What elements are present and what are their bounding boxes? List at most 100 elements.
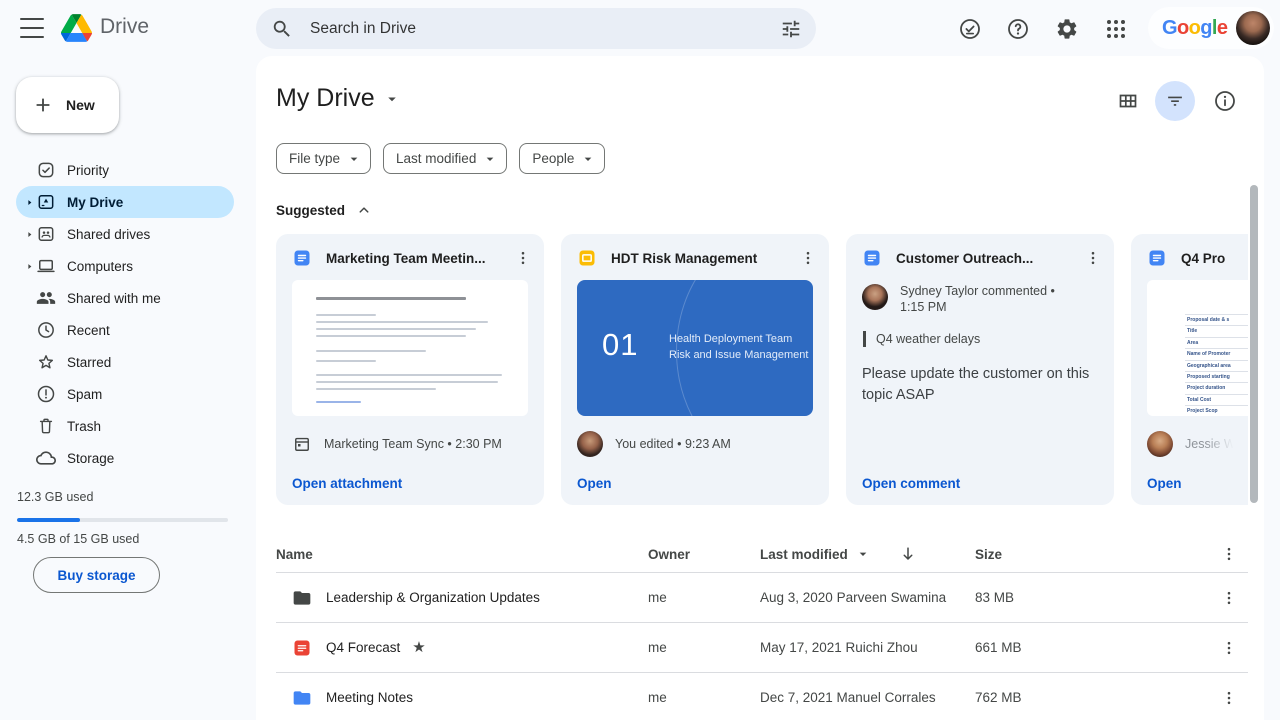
account-chip: Google [1148, 7, 1275, 49]
page-title[interactable]: My Drive [276, 84, 401, 113]
computers-icon [36, 256, 56, 276]
last-modified-filter-chip[interactable]: Last modified [383, 143, 508, 174]
table-menu-button[interactable] [1220, 543, 1242, 565]
main-menu-icon[interactable] [20, 18, 44, 38]
sidebar-item-label: Priority [67, 162, 110, 178]
details-button[interactable] [1213, 89, 1237, 113]
chip-label: File type [289, 151, 341, 166]
chevron-down-icon[interactable] [855, 546, 871, 562]
storage-icon [36, 448, 56, 468]
slide-preview-thumbnail[interactable]: 01 Health Deployment Team Risk and Issue… [577, 280, 813, 416]
file-owner: me [648, 690, 667, 705]
storage-used-text: 12.3 GB used [17, 490, 94, 504]
chevron-down-icon[interactable] [383, 90, 401, 108]
table-row-q4-forecast[interactable]: Q4 Forecast ★ me May 17, 2021 Ruichi Zho… [276, 623, 1248, 673]
grid-view-button[interactable] [1116, 89, 1140, 113]
expand-arrow-icon[interactable] [22, 259, 36, 273]
search-input[interactable] [308, 18, 776, 39]
gear-icon [1055, 17, 1079, 41]
settings-button[interactable] [1055, 16, 1081, 42]
search-options-button[interactable] [776, 14, 806, 44]
sort-direction-icon[interactable] [898, 544, 918, 564]
sidebar-item-shared-drives[interactable]: Shared drives [16, 218, 234, 250]
kebab-icon [1220, 589, 1238, 607]
help-button[interactable] [1006, 16, 1032, 42]
sidebar-item-my-drive[interactable]: My Drive [16, 186, 234, 218]
file-type-filter-chip[interactable]: File type [276, 143, 372, 174]
open-link[interactable]: Open [577, 476, 612, 491]
sidebar-item-label: My Drive [67, 194, 124, 210]
suggested-card-marketing-team-meeting[interactable]: Marketing Team Meetin... Marketing Team … [276, 234, 544, 505]
filter-icon [1164, 90, 1186, 112]
comment-meta: Sydney Taylor commented • 1:15 PM [900, 284, 1055, 314]
column-header-size[interactable]: Size [975, 547, 1214, 562]
chevron-down-icon [346, 151, 362, 167]
vertical-scrollbar[interactable] [1250, 185, 1258, 503]
open-attachment-link[interactable]: Open attachment [292, 476, 402, 491]
filter-button[interactable] [1155, 81, 1195, 121]
file-table: Name Owner Last modified Size Leadership… [276, 536, 1248, 720]
search-bar[interactable] [256, 8, 816, 49]
column-header-last-modified[interactable]: Last modified [760, 547, 848, 562]
doc-preview-thumbnail[interactable]: Proposal date & s Title Area Name of Promot… [1147, 280, 1248, 416]
expand-arrow-icon[interactable] [22, 195, 36, 209]
sidebar-item-priority[interactable]: Priority [16, 154, 234, 186]
account-avatar[interactable] [1236, 11, 1271, 45]
row-menu-button[interactable] [1220, 637, 1242, 659]
card-menu-button[interactable] [799, 247, 821, 269]
apps-grid-button[interactable] [1104, 16, 1130, 42]
suggested-card-customer-outreach[interactable]: Customer Outreach... Sydney Taylor comme… [846, 234, 1114, 505]
expand-arrow-icon[interactable] [22, 227, 36, 241]
people-filter-chip[interactable]: People [519, 143, 606, 174]
sidebar-item-recent[interactable]: Recent [16, 314, 234, 346]
sidebar-item-starred[interactable]: Starred [16, 346, 234, 378]
table-row-leadership-organization-updates[interactable]: Leadership & Organization Updates me Aug… [276, 573, 1248, 623]
doc-preview-thumbnail[interactable] [292, 280, 528, 416]
new-button[interactable]: New [16, 77, 119, 133]
drive-logo-icon [61, 14, 92, 42]
offline-status-button[interactable] [958, 16, 984, 42]
chevron-down-icon [580, 151, 596, 167]
card-footer-text: Jessie W [1185, 437, 1236, 451]
commenter-avatar [862, 284, 888, 310]
sidebar-item-spam[interactable]: Spam [16, 378, 234, 410]
search-icon[interactable] [271, 18, 293, 40]
row-menu-button[interactable] [1220, 587, 1242, 609]
card-menu-button[interactable] [514, 247, 536, 269]
chevron-up-icon[interactable] [355, 201, 373, 219]
sidebar-item-shared-with-me[interactable]: Shared with me [16, 282, 234, 314]
sidebar-item-computers[interactable]: Computers [16, 250, 234, 282]
column-header-owner[interactable]: Owner [648, 547, 760, 562]
row-menu-button[interactable] [1220, 687, 1242, 709]
card-menu-button[interactable] [1084, 247, 1106, 269]
open-link[interactable]: Open [1147, 476, 1182, 491]
file-owner: me [648, 590, 667, 605]
suggested-card-hdt-risk-management[interactable]: HDT Risk Management 01 Health Deployment… [561, 234, 829, 505]
file-owner: me [648, 640, 667, 655]
table-row-meeting-notes[interactable]: Meeting Notes me Dec 7, 2021 Manuel Corr… [276, 673, 1248, 720]
chevron-down-icon [482, 151, 498, 167]
sidebar-nav: Priority My Drive Shared drives Computer… [16, 154, 234, 474]
spam-icon [36, 384, 56, 404]
filter-chips: File type Last modified People [276, 143, 606, 174]
column-header-name[interactable]: Name [276, 547, 648, 562]
suggested-section-toggle[interactable]: Suggested [276, 201, 373, 219]
sidebar-item-storage[interactable]: Storage [16, 442, 234, 474]
grid-view-icon [1116, 89, 1140, 113]
folder-icon [292, 688, 312, 708]
slide-number: 01 [602, 327, 639, 362]
help-icon [1006, 17, 1030, 41]
comment-quote: Q4 weather delays [863, 331, 980, 347]
storage-progress-bar [17, 518, 228, 522]
buy-storage-button[interactable]: Buy storage [33, 557, 160, 593]
file-name: Leadership & Organization Updates [326, 590, 540, 605]
suggested-card-q4-proposal[interactable]: Q4 Pro Proposal date & s Title Area Name of… [1131, 234, 1248, 505]
open-comment-link[interactable]: Open comment [862, 476, 960, 491]
kebab-icon [1220, 639, 1238, 657]
sidebar-item-label: Trash [67, 418, 102, 434]
sidebar-item-label: Recent [67, 322, 110, 338]
file-size: 762 MB [975, 690, 1022, 705]
sidebar: New Priority My Drive Shared drives Comp… [0, 56, 256, 720]
card-title: Q4 Pro [1181, 250, 1226, 266]
sidebar-item-trash[interactable]: Trash [16, 410, 234, 442]
